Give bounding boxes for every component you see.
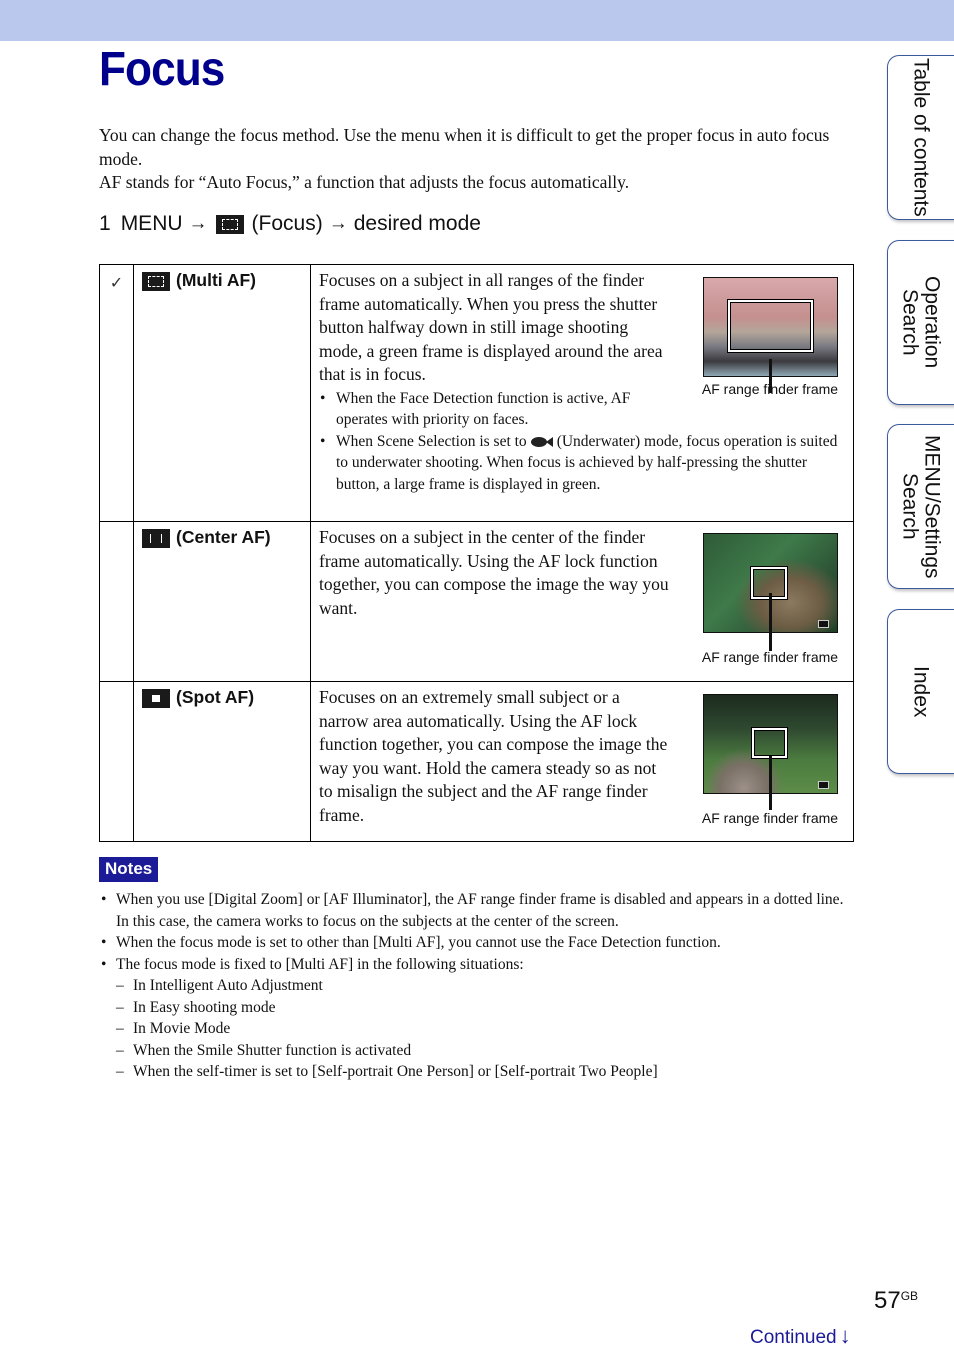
mode-name: (Spot AF) bbox=[176, 687, 255, 707]
focus-modes-table: ✓ (Multi AF) Focuses on a subject in all… bbox=[99, 264, 854, 842]
mode-description-cell: Focuses on a subject in all ranges of th… bbox=[310, 264, 854, 522]
mode-description-cell: Focuses on an extremely small subject or… bbox=[310, 681, 854, 842]
default-check-icon: ✓ bbox=[99, 264, 134, 522]
intro-text: You can change the focus method. Use the… bbox=[99, 124, 839, 195]
mode-bullets: When the Face Detection function is acti… bbox=[319, 388, 845, 496]
intro-paragraph: AF stands for “Auto Focus,” a function t… bbox=[99, 172, 630, 192]
leader-line bbox=[768, 756, 772, 810]
note-text: The focus mode is fixed to [Multi AF] in… bbox=[116, 955, 524, 973]
mode-name: (Center AF) bbox=[176, 527, 271, 547]
leader-line bbox=[768, 593, 772, 651]
mode-name-cell: (Center AF) bbox=[133, 521, 311, 682]
tab-label: MENU/Settings Search bbox=[898, 434, 944, 579]
af-range-finder-frame bbox=[751, 728, 787, 758]
mode-description-cell: Focuses on a subject in the center of th… bbox=[310, 521, 854, 682]
situation-item: When the Smile Shutter function is activ… bbox=[116, 1040, 859, 1062]
tab-operation-search[interactable]: Operation Search bbox=[887, 240, 954, 405]
page-title: Focus bbox=[99, 43, 225, 96]
menu-label: MENU bbox=[120, 212, 183, 235]
situation-item: In Easy shooting mode bbox=[116, 997, 859, 1019]
default-check-cell bbox=[99, 681, 134, 842]
arrow-down-icon: ↓ bbox=[839, 1323, 851, 1348]
spot-af-indicator-icon bbox=[817, 781, 829, 789]
note-item: The focus mode is fixed to [Multi AF] in… bbox=[99, 954, 859, 1083]
note-item: When you use [Digital Zoom] or [AF Illum… bbox=[99, 889, 859, 932]
focus-label: (Focus) bbox=[251, 212, 323, 235]
spot-af-icon bbox=[142, 688, 170, 708]
focus-icon bbox=[215, 214, 244, 234]
table-row-center-af: (Center AF) Focuses on a subject in the … bbox=[99, 521, 854, 682]
tab-label: Index bbox=[909, 665, 933, 718]
situation-item: In Movie Mode bbox=[116, 1018, 859, 1040]
step-instruction: 1 MENU → (Focus) → desired mode bbox=[99, 212, 481, 236]
spot-af-figure: AF range finder frame bbox=[695, 694, 845, 826]
bullet-item: When the Face Detection function is acti… bbox=[319, 388, 669, 431]
mode-name-cell: (Spot AF) bbox=[133, 681, 311, 842]
page-number: 57GB bbox=[874, 1287, 918, 1315]
mode-description: Focuses on a subject in all ranges of th… bbox=[319, 270, 663, 384]
figure-caption: AF range finder frame bbox=[701, 810, 839, 826]
bullet-item: When Scene Selection is set to(Underwate… bbox=[319, 431, 845, 496]
tab-table-of-contents[interactable]: Table of contents bbox=[887, 55, 954, 220]
center-af-figure: AF range finder frame bbox=[695, 533, 845, 665]
arrow-right-icon: → bbox=[188, 213, 208, 234]
note-item: When the focus mode is set to other than… bbox=[99, 932, 859, 954]
notes-heading: Notes bbox=[99, 857, 159, 882]
multi-af-figure: AF range finder frame bbox=[695, 277, 845, 397]
situation-item: When the self-timer is set to [Self-port… bbox=[116, 1061, 859, 1083]
situations-list: In Intelligent Auto Adjustment In Easy s… bbox=[116, 975, 859, 1083]
page-number-value: 57 bbox=[874, 1287, 901, 1314]
table-row-multi-af: ✓ (Multi AF) Focuses on a subject in all… bbox=[99, 264, 854, 522]
tab-label: Operation Search bbox=[898, 276, 944, 369]
tab-index[interactable]: Index bbox=[887, 609, 954, 774]
leader-line bbox=[768, 359, 772, 393]
mode-description: Focuses on a subject in the center of th… bbox=[319, 527, 669, 618]
tab-menu-settings-search[interactable]: MENU/Settings Search bbox=[887, 424, 954, 589]
underwater-fish-icon bbox=[530, 436, 553, 448]
default-check-cell bbox=[99, 521, 134, 682]
mode-name-cell: (Multi AF) bbox=[133, 264, 311, 522]
continued-link[interactable]: Continued ↓ bbox=[750, 1323, 851, 1349]
table-row-spot-af: (Spot AF) Focuses on an extremely small … bbox=[99, 681, 854, 842]
situation-item: In Intelligent Auto Adjustment bbox=[116, 975, 859, 997]
mode-description: Focuses on an extremely small subject or… bbox=[319, 687, 668, 825]
desired-mode-label: desired mode bbox=[353, 212, 481, 235]
af-range-finder-frame bbox=[727, 300, 813, 352]
notes-list: When you use [Digital Zoom] or [AF Illum… bbox=[99, 889, 859, 1083]
intro-paragraph: You can change the focus method. Use the… bbox=[99, 125, 830, 169]
tab-label: Table of contents bbox=[909, 58, 933, 217]
center-af-indicator-icon bbox=[817, 620, 829, 628]
page-suffix: GB bbox=[900, 1289, 919, 1303]
figure-caption: AF range finder frame bbox=[701, 649, 839, 665]
mode-name: (Multi AF) bbox=[176, 270, 257, 290]
center-af-icon bbox=[142, 528, 170, 548]
continued-label: Continued bbox=[750, 1327, 837, 1348]
arrow-right-icon: → bbox=[328, 213, 348, 234]
step-number: 1 bbox=[99, 212, 111, 235]
multi-af-icon bbox=[142, 271, 170, 291]
bullet-text: When Scene Selection is set to bbox=[336, 432, 527, 450]
header-band bbox=[0, 0, 954, 41]
